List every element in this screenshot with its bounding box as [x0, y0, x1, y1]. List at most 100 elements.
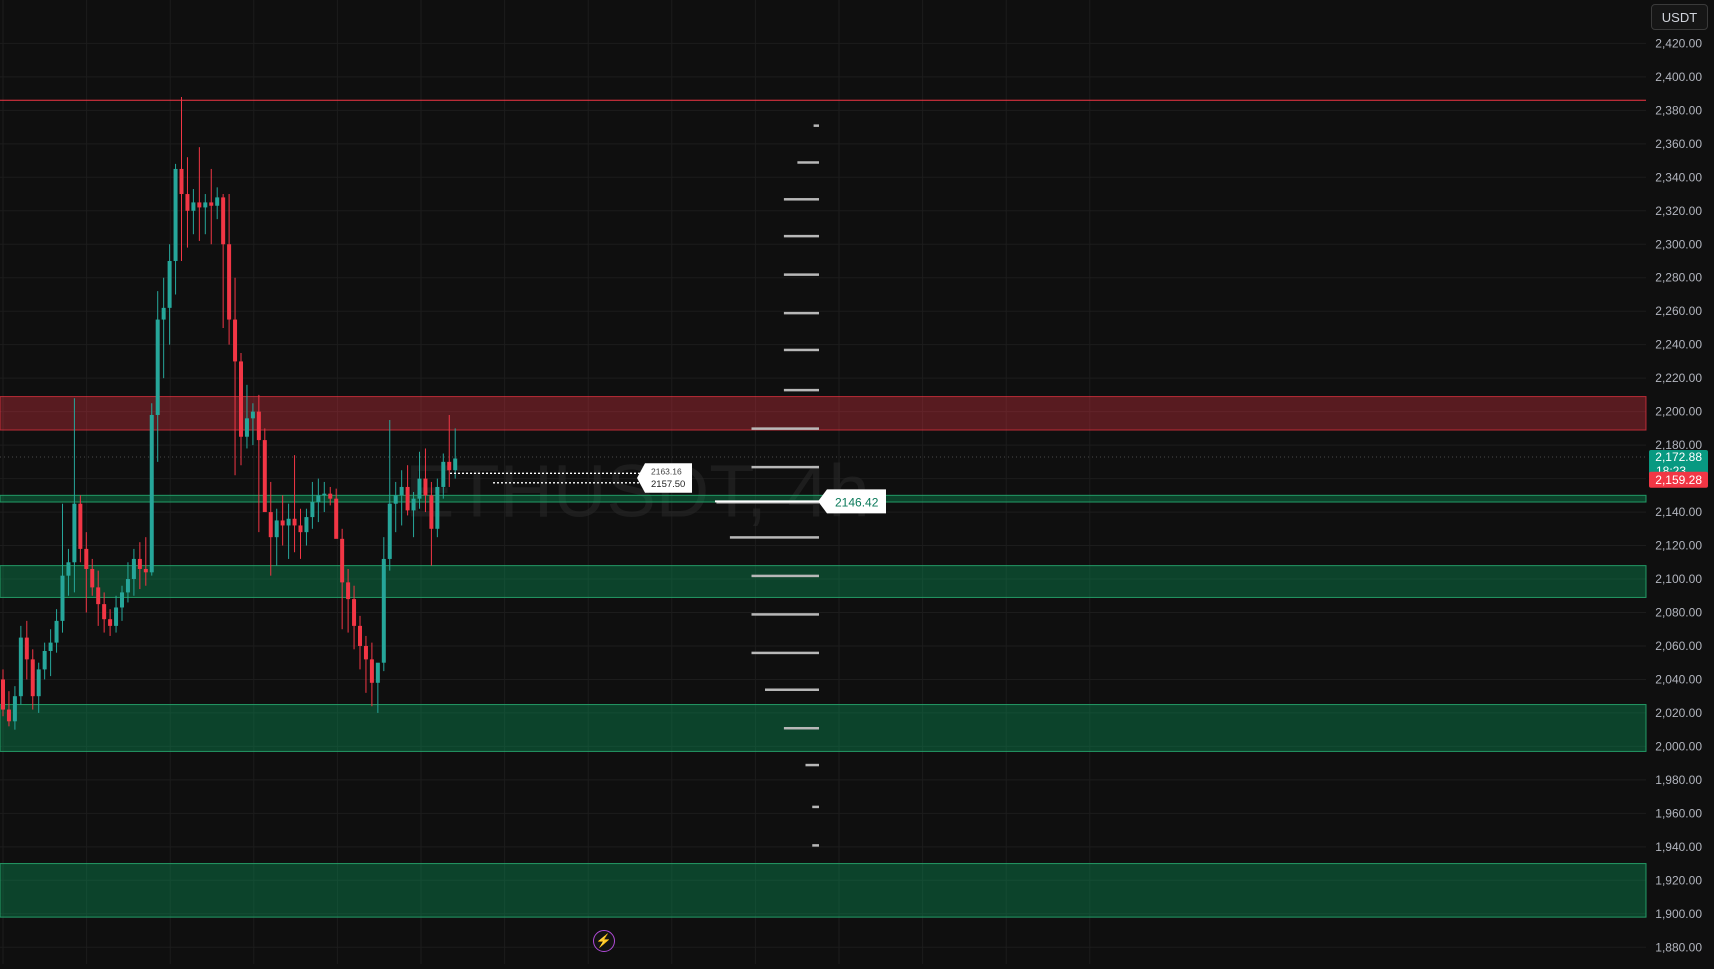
candle-body[interactable] — [453, 458, 458, 471]
candle-body[interactable] — [381, 558, 386, 663]
candle-body[interactable] — [328, 493, 333, 499]
candle-body[interactable] — [227, 244, 232, 320]
candle-body[interactable] — [36, 669, 41, 697]
symbol-watermark: ETHUSDT, 4h — [405, 450, 870, 533]
candle-body[interactable] — [322, 493, 327, 496]
volume-profile-bar — [751, 574, 819, 578]
candle-body[interactable] — [310, 502, 315, 518]
y-axis-tick-label: 2,360.00 — [1655, 137, 1702, 151]
candle-body[interactable] — [48, 642, 53, 651]
candle-body[interactable] — [334, 498, 339, 539]
candle-body[interactable] — [108, 619, 113, 626]
volume-profile-bar — [751, 465, 819, 469]
candle-body[interactable] — [346, 582, 351, 600]
candle-body[interactable] — [149, 414, 154, 573]
candle-body[interactable] — [292, 518, 297, 526]
candle-body[interactable] — [369, 659, 374, 683]
y-axis-tick-label: 2,260.00 — [1655, 304, 1702, 318]
candle-body[interactable] — [399, 486, 404, 496]
candle-body[interactable] — [286, 518, 291, 526]
candle-body[interactable] — [215, 197, 220, 206]
candle-body[interactable] — [393, 495, 398, 504]
candle-body[interactable] — [298, 525, 303, 533]
y-axis-tick-label: 1,880.00 — [1655, 940, 1702, 954]
y-axis-tick-label: 2,220.00 — [1655, 371, 1702, 385]
candle-body[interactable] — [173, 168, 178, 261]
candle-body[interactable] — [268, 512, 273, 538]
candle-body[interactable] — [60, 575, 65, 621]
candle-body[interactable] — [250, 411, 255, 419]
candle-body[interactable] — [120, 592, 124, 608]
candle-body[interactable] — [363, 645, 368, 660]
candle-body[interactable] — [102, 604, 107, 620]
volume-profile-bar — [765, 688, 819, 691]
candle-body[interactable] — [244, 418, 249, 437]
candle-body[interactable] — [203, 202, 208, 208]
candle-body[interactable] — [30, 659, 35, 697]
candle-body[interactable] — [405, 486, 410, 511]
candle-body[interactable] — [304, 517, 309, 533]
candlestick-chart[interactable]: ETHUSDT, 4h2146.42 2163.16 2157.50 2,420.00… — [0, 0, 1714, 964]
candle-body[interactable] — [233, 319, 238, 362]
candle-body[interactable] — [6, 709, 11, 722]
candle-body[interactable] — [179, 168, 184, 195]
volume-profile-bar — [751, 427, 819, 430]
candle-body[interactable] — [137, 558, 142, 569]
candle-body[interactable] — [340, 538, 345, 583]
candle-body[interactable] — [54, 620, 59, 643]
candle-body[interactable] — [411, 498, 416, 511]
candle-body[interactable] — [191, 202, 196, 211]
candle-body[interactable] — [423, 478, 428, 496]
candle-body[interactable] — [131, 558, 136, 580]
candle-body[interactable] — [274, 520, 279, 538]
candle-body[interactable] — [239, 361, 243, 437]
candle-body[interactable] — [161, 307, 166, 320]
candle-body[interactable] — [435, 486, 440, 529]
y-axis-tick-label: 1,900.00 — [1655, 907, 1702, 921]
y-axis-tick-label: 1,960.00 — [1655, 806, 1702, 820]
lightning-icon[interactable]: ⚡ — [593, 930, 615, 952]
candle-body[interactable] — [221, 197, 226, 245]
candle-body[interactable] — [387, 503, 392, 559]
candle-body[interactable] — [90, 568, 95, 588]
candle-body[interactable] — [352, 599, 357, 626]
chart-root: ETHUSDT, 4h 2146.42 2163.16 2157.50 2,420.00… — [0, 0, 1714, 964]
last-price-label: 2,172.88 — [1655, 450, 1702, 464]
candle-body[interactable] — [78, 503, 83, 549]
candle-body[interactable] — [429, 495, 434, 529]
candle-body[interactable] — [84, 548, 89, 569]
candle-body[interactable] — [256, 411, 261, 441]
candle-body[interactable] — [72, 503, 77, 563]
currency-selector-button[interactable]: USDT — [1651, 4, 1708, 30]
demand-zone — [0, 704, 1647, 752]
y-axis-tick-label: 2,080.00 — [1655, 605, 1702, 619]
candle-body[interactable] — [209, 202, 214, 206]
candle-body[interactable] — [42, 650, 47, 670]
volume-profile-bar — [751, 613, 819, 616]
y-axis-tick-label: 2,000.00 — [1655, 739, 1702, 753]
candle-body[interactable] — [66, 562, 71, 576]
volume-profile-bar — [751, 651, 819, 655]
candle-body[interactable] — [417, 478, 422, 499]
y-axis-tick-label: 2,100.00 — [1655, 572, 1702, 586]
candle-body[interactable] — [143, 568, 148, 573]
candle-body[interactable] — [167, 260, 172, 308]
candle-body[interactable] — [375, 662, 380, 683]
candle-body[interactable] — [262, 440, 267, 513]
candle-body[interactable] — [197, 202, 202, 208]
candle-body[interactable] — [114, 607, 119, 626]
candle-body[interactable] — [280, 520, 285, 526]
candle-body[interactable] — [316, 495, 321, 503]
candle-body[interactable] — [96, 587, 101, 605]
candle-body[interactable] — [185, 194, 190, 211]
candle-body[interactable] — [24, 637, 29, 660]
candle-body[interactable] — [125, 579, 130, 593]
candle-body[interactable] — [1, 679, 5, 710]
candle-body[interactable] — [12, 696, 17, 722]
candle-body[interactable] — [441, 461, 446, 487]
candle-body[interactable] — [447, 461, 452, 471]
candle-body[interactable] — [358, 625, 362, 646]
y-axis-tick-label: 2,400.00 — [1655, 70, 1702, 84]
candle-body[interactable] — [18, 637, 23, 697]
candle-body[interactable] — [155, 319, 160, 415]
